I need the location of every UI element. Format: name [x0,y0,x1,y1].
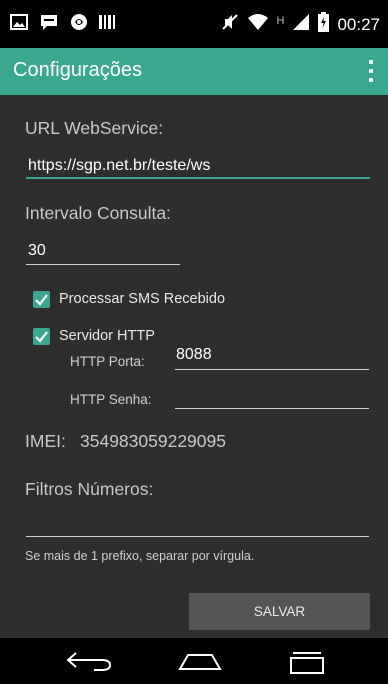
url-input-underline [26,177,370,179]
action-bar: Configurações [0,48,388,95]
wifi-icon [247,13,269,36]
imei-value: 354983059229095 [80,431,226,451]
sms-checkbox[interactable] [33,291,50,308]
filters-input[interactable] [26,513,368,535]
app-notification-icon [70,13,88,36]
interval-input[interactable]: 30 [28,242,46,260]
network-type-label: H [276,14,285,27]
page-title: Configurações [13,59,142,81]
http-password-label: HTTP Senha: [70,392,152,407]
notification-icons [10,13,115,36]
filters-label: Filtros Números: [25,479,154,499]
interval-input-underline [26,264,180,265]
image-notification-icon [10,13,28,36]
interval-label: Intervalo Consulta: [25,203,171,223]
navigation-bar [0,638,388,684]
status-time: 00:27 [337,14,380,34]
battery-icon [318,12,330,37]
http-server-checkbox[interactable] [33,328,50,345]
mute-icon [221,13,239,36]
more-vert-icon[interactable] [364,58,378,84]
http-port-underline [175,369,369,370]
back-icon[interactable] [64,649,114,678]
recents-icon[interactable] [287,649,327,680]
barcode-notification-icon [99,13,115,36]
save-button[interactable]: SALVAR [189,593,370,630]
http-server-checkbox-label[interactable]: Servidor HTTP [59,328,155,344]
sms-checkbox-label[interactable]: Processar SMS Recebido [59,291,225,307]
url-input[interactable]: https://sgp.net.br/teste/ws [28,157,210,175]
home-icon[interactable] [178,649,222,678]
imei-label: IMEI: [25,431,66,451]
http-port-input[interactable]: 8088 [176,346,212,364]
filters-hint: Se mais de 1 prefixo, separar por vírgul… [25,549,255,563]
http-port-label: HTTP Porta: [70,354,145,369]
http-password-input[interactable] [176,388,366,408]
url-label: URL WebService: [25,118,164,138]
status-bar: H 00:27 [0,0,388,48]
signal-icon [292,13,310,36]
chat-notification-icon [39,13,59,36]
filters-underline [26,536,369,537]
http-password-underline [175,408,369,409]
system-icons: H 00:27 [221,12,380,37]
